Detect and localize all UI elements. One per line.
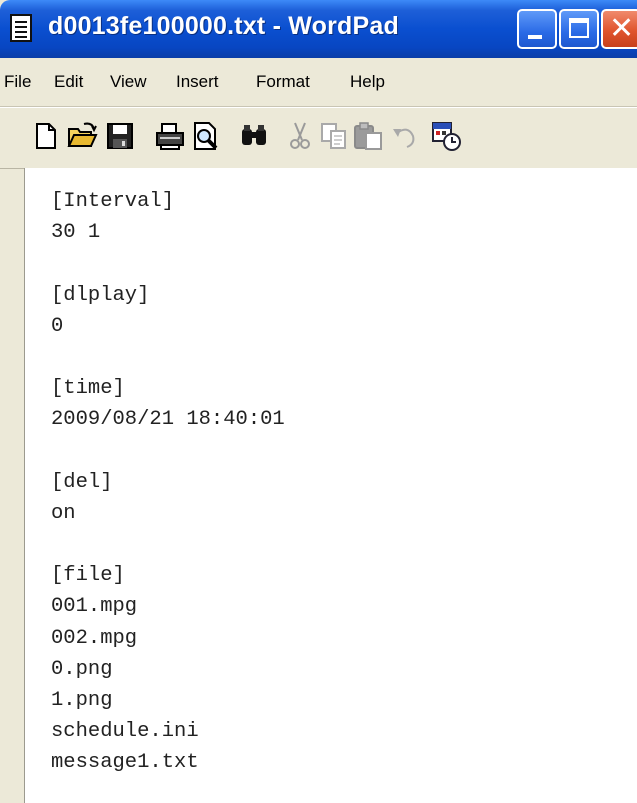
text-line: [file] <box>51 564 125 588</box>
menu-insert[interactable]: Insert <box>176 72 219 92</box>
print-icon[interactable] <box>154 120 186 152</box>
toolbar <box>0 107 637 169</box>
document-text[interactable]: [Interval] 30 1 [dlplay] 0 [time] 2009/0… <box>51 186 285 779</box>
copy-icon[interactable] <box>318 120 350 152</box>
text-line: [dlplay] <box>51 283 150 307</box>
maximize-button[interactable] <box>559 9 599 49</box>
text-line: 2009/08/21 18:40:01 <box>51 408 285 432</box>
wordpad-window: d0013fe100000.txt - WordPad ✕ File Edit … <box>0 0 637 803</box>
menu-format[interactable]: Format <box>256 72 310 92</box>
new-icon[interactable] <box>30 120 62 152</box>
text-line: [del] <box>51 470 113 494</box>
maximize-icon <box>569 18 589 38</box>
text-line: 002.mpg <box>51 626 138 650</box>
text-line: 0.png <box>51 657 113 681</box>
text-line: message1.txt <box>51 751 199 775</box>
window-title: d0013fe100000.txt - WordPad <box>48 12 399 40</box>
menu-bar: File Edit View Insert Format Help <box>0 58 637 107</box>
text-line: on <box>51 501 76 525</box>
text-line <box>51 436 285 467</box>
text-line: 1.png <box>51 689 113 712</box>
close-button[interactable]: ✕ <box>601 9 637 49</box>
print-preview-icon[interactable] <box>190 120 222 152</box>
text-line <box>51 248 285 279</box>
menu-help[interactable]: Help <box>350 72 385 92</box>
text-line: [Interval] <box>51 190 175 213</box>
minimize-icon <box>528 35 542 39</box>
text-line: schedule.ini <box>51 720 199 744</box>
paste-icon[interactable] <box>352 120 384 152</box>
minimize-button[interactable] <box>517 9 557 49</box>
text-line <box>51 342 285 373</box>
text-line: [time] <box>51 377 125 401</box>
menu-view[interactable]: View <box>110 72 147 92</box>
title-bar[interactable]: d0013fe100000.txt - WordPad ✕ <box>0 0 637 58</box>
text-line: 0 <box>51 314 64 338</box>
close-icon: ✕ <box>609 11 635 46</box>
open-icon[interactable] <box>66 120 98 152</box>
document-area[interactable]: [Interval] 30 1 [dlplay] 0 [time] 2009/0… <box>24 168 637 803</box>
menu-file[interactable]: File <box>4 72 31 92</box>
date-time-icon[interactable] <box>430 120 462 152</box>
menu-edit[interactable]: Edit <box>54 72 83 92</box>
text-line: 30 1 <box>51 221 101 245</box>
text-line: 001.mpg <box>51 595 138 619</box>
save-icon[interactable] <box>104 120 136 152</box>
wordpad-app-icon[interactable] <box>10 14 32 42</box>
undo-icon[interactable] <box>388 120 420 152</box>
cut-icon[interactable] <box>284 120 316 152</box>
text-line <box>51 529 285 560</box>
find-icon[interactable] <box>238 120 270 152</box>
